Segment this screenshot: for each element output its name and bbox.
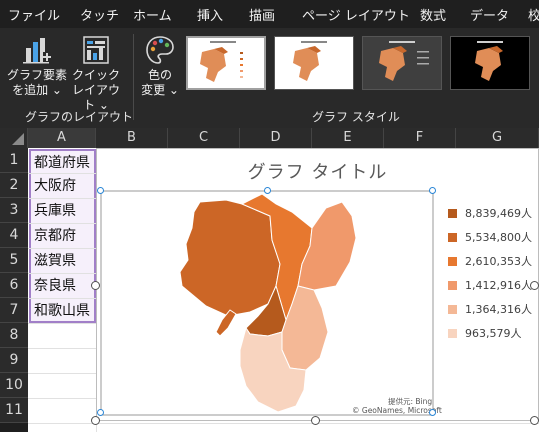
chart-style-4-preview bbox=[475, 41, 503, 81]
chart-title[interactable]: グラフ タイトル bbox=[96, 158, 539, 184]
column-header-e[interactable]: E bbox=[312, 128, 384, 148]
legend-item[interactable]: 963,579人 bbox=[448, 325, 522, 341]
tab-home[interactable]: ホーム bbox=[133, 5, 172, 24]
chart-style-4[interactable] bbox=[450, 36, 530, 90]
group-label-chart-layout: グラフのレイアウト bbox=[25, 110, 134, 124]
add-chart-element-label-1: グラフ要素 bbox=[6, 68, 67, 82]
legend-label: 2,610,353人 bbox=[465, 255, 532, 268]
tab-draw[interactable]: 描画 bbox=[249, 5, 275, 24]
row-header-6[interactable]: 6 bbox=[0, 273, 28, 298]
chart-style-1[interactable] bbox=[186, 36, 266, 90]
tab-file[interactable]: ファイル bbox=[8, 5, 60, 24]
tab-insert[interactable]: 挿入 bbox=[197, 5, 223, 24]
cell-a6[interactable]: 奈良県 bbox=[29, 274, 96, 298]
change-colors-label-1: 色の bbox=[147, 68, 172, 82]
legend-label: 5,534,800人 bbox=[465, 231, 532, 244]
quick-layout-label-1: クイック bbox=[71, 68, 120, 82]
cell-a4[interactable]: 京都府 bbox=[29, 224, 96, 248]
legend-swatch bbox=[448, 305, 457, 314]
chart-style-3[interactable] bbox=[362, 36, 442, 90]
tab-formulas[interactable]: 数式 bbox=[420, 5, 446, 24]
legend-swatch bbox=[448, 233, 457, 242]
legend-swatch bbox=[448, 209, 457, 218]
select-all-corner[interactable] bbox=[0, 128, 28, 148]
chart-resize-handle[interactable] bbox=[311, 416, 320, 425]
ribbon-separator bbox=[133, 34, 134, 120]
legend-swatch bbox=[448, 329, 457, 338]
cell-a3[interactable]: 兵庫県 bbox=[29, 199, 96, 223]
legend-item[interactable]: 1,412,916人 bbox=[448, 277, 532, 293]
chart-resize-handle[interactable] bbox=[91, 281, 100, 290]
column-header-a[interactable]: A bbox=[28, 128, 96, 148]
row-header-10[interactable]: 10 bbox=[0, 373, 28, 398]
chart-style-3-preview bbox=[379, 41, 429, 81]
column-header-b[interactable]: B bbox=[96, 128, 168, 148]
legend-label: 1,364,316人 bbox=[465, 303, 532, 316]
legend-item[interactable]: 8,839,469人 bbox=[448, 205, 532, 221]
tab-review[interactable]: 校 bbox=[528, 5, 539, 24]
column-header-d[interactable]: D bbox=[240, 128, 312, 148]
legend-swatch bbox=[448, 281, 457, 290]
plot-resize-handle[interactable] bbox=[429, 187, 436, 194]
change-colors-button[interactable]: 色の 変更 ⌄ bbox=[138, 34, 182, 98]
chart-style-2[interactable] bbox=[274, 36, 354, 90]
plot-resize-handle[interactable] bbox=[97, 409, 104, 416]
chart-resize-handle[interactable] bbox=[91, 416, 100, 425]
row-header-3[interactable]: 3 bbox=[0, 198, 28, 223]
column-header-c[interactable]: C bbox=[168, 128, 240, 148]
plot-resize-handle[interactable] bbox=[97, 187, 104, 194]
ribbon-tab-bar: ファイル タッチ ホーム 挿入 描画 ページ レイアウト 数式 データ 校 bbox=[0, 0, 539, 28]
chart-resize-handle[interactable] bbox=[530, 281, 539, 290]
row-header-8[interactable]: 8 bbox=[0, 323, 28, 348]
tab-touch[interactable]: タッチ bbox=[80, 5, 119, 24]
row-header-1[interactable]: 1 bbox=[0, 148, 28, 173]
add-chart-element-button[interactable]: グラフ要素 を追加 ⌄ bbox=[6, 34, 68, 98]
plot-area[interactable] bbox=[100, 190, 434, 416]
column-header-g[interactable]: G bbox=[456, 128, 539, 148]
column-header-f[interactable]: F bbox=[384, 128, 456, 148]
map-region-hyogo[interactable] bbox=[179, 199, 281, 317]
legend-swatch bbox=[448, 257, 457, 266]
legend-label: 8,839,469人 bbox=[465, 207, 532, 220]
legend-item[interactable]: 2,610,353人 bbox=[448, 253, 532, 269]
quick-layout-icon bbox=[83, 36, 109, 64]
change-colors-label-2: 変更 ⌄ bbox=[141, 83, 179, 97]
cell-a5[interactable]: 滋賀県 bbox=[29, 249, 96, 273]
chart-element-icon bbox=[23, 38, 51, 64]
cell-a2[interactable]: 大阪府 bbox=[29, 174, 96, 198]
quick-layout-button[interactable]: クイック レイアウト ⌄ bbox=[68, 34, 124, 113]
legend-label: 1,412,916人 bbox=[465, 279, 532, 292]
row-header-11[interactable]: 11 bbox=[0, 398, 28, 423]
chart-resize-handle[interactable] bbox=[530, 416, 539, 425]
plot-resize-handle[interactable] bbox=[429, 409, 436, 416]
add-chart-element-label-2: を追加 ⌄ bbox=[12, 83, 62, 97]
legend-item[interactable]: 1,364,316人 bbox=[448, 301, 532, 317]
tab-page-layout[interactable]: ページ レイアウト bbox=[302, 5, 410, 24]
legend-item[interactable]: 5,534,800人 bbox=[448, 229, 532, 245]
group-label-chart-style: グラフ スタイル bbox=[312, 110, 400, 124]
row-header-4[interactable]: 4 bbox=[0, 223, 28, 248]
chart-style-2-preview bbox=[293, 41, 327, 81]
cell-a1[interactable]: 都道府県 bbox=[29, 149, 96, 173]
cell-a7[interactable]: 和歌山県 bbox=[29, 299, 96, 323]
row-header-9[interactable]: 9 bbox=[0, 348, 28, 373]
gridline bbox=[28, 423, 539, 424]
row-header-5[interactable]: 5 bbox=[0, 248, 28, 273]
tab-data[interactable]: データ bbox=[470, 5, 509, 24]
row-header-2[interactable]: 2 bbox=[0, 173, 28, 198]
plot-resize-handle[interactable] bbox=[264, 187, 271, 194]
chart-style-1-preview bbox=[200, 41, 243, 82]
ribbon: グラフ要素 を追加 ⌄ クイック レイアウト ⌄ グラフのレイアウト 色の 変更… bbox=[0, 28, 539, 128]
legend-label: 963,579人 bbox=[465, 327, 522, 340]
row-header-7[interactable]: 7 bbox=[0, 298, 28, 323]
palette-icon bbox=[146, 36, 174, 64]
